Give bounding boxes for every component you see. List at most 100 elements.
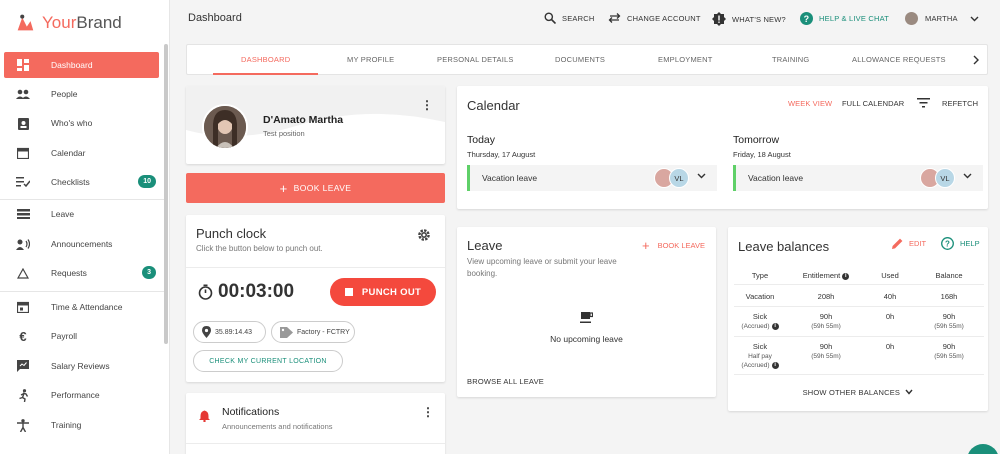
help-chat-label: HELP & LIVE CHAT <box>819 14 890 23</box>
change-account-button[interactable]: CHANGE ACCOUNT <box>608 12 701 24</box>
sidebar-item-announcements[interactable]: Announcements <box>4 231 159 257</box>
whats-new-button[interactable]: WHAT'S NEW? <box>712 12 786 26</box>
tab-personal-details[interactable]: PERSONAL DETAILS <box>437 55 514 64</box>
people-icon <box>16 87 30 101</box>
check-location-button[interactable]: CHECK MY CURRENT LOCATION <box>193 350 343 372</box>
sidebar-divider <box>0 199 165 200</box>
cell-used: 0h <box>885 312 895 321</box>
search-button[interactable]: SEARCH <box>544 12 594 24</box>
show-other-balances-button[interactable]: SHOW OTHER BALANCES <box>728 388 988 397</box>
notifications-more-icon[interactable]: ⋮ <box>422 405 434 419</box>
calendar-card: Calendar WEEK VIEW FULL CALENDAR REFETCH… <box>457 86 988 209</box>
coffee-icon <box>580 312 593 323</box>
active-tab-indicator <box>213 73 318 75</box>
sidebar-scrollbar[interactable] <box>164 44 168 344</box>
chevron-down-icon <box>905 389 913 395</box>
sidebar-item-label: Payroll <box>51 331 77 341</box>
plus-icon: + <box>279 180 288 196</box>
cell-entitlement: 90h (59h 55m) <box>811 342 841 360</box>
help-button[interactable]: ? HELP <box>941 237 980 250</box>
tag-icon <box>280 326 293 338</box>
help-circle-icon: ? <box>941 237 954 250</box>
edit-button[interactable]: EDIT <box>892 238 926 249</box>
profile-avatar[interactable] <box>202 104 248 150</box>
tab-allowance-requests[interactable]: ALLOWANCE REQUESTS <box>852 55 946 64</box>
tab-training[interactable]: TRAINING <box>772 55 809 64</box>
sidebar-item-payroll[interactable]: € Payroll <box>4 323 159 349</box>
location-pin-icon <box>202 326 211 338</box>
sidebar-item-time-attendance[interactable]: Time & Attendance <box>4 294 159 320</box>
coordinates-chip[interactable]: 35.89:14.43 <box>193 321 266 343</box>
help-icon: ? <box>800 12 813 25</box>
full-calendar-button[interactable]: FULL CALENDAR <box>842 99 904 108</box>
info-icon[interactable]: i <box>771 323 779 330</box>
divider <box>186 267 445 268</box>
punch-clock-subtitle: Click the button below to punch out. <box>196 244 323 253</box>
leave-icon <box>16 207 30 221</box>
requests-icon <box>16 266 30 280</box>
dashboard-icon <box>16 58 30 72</box>
user-menu[interactable]: MARTHA <box>905 12 985 25</box>
gear-icon[interactable] <box>417 228 431 242</box>
sidebar-item-label: Training <box>51 420 82 430</box>
sidebar-item-leave[interactable]: Leave <box>4 201 159 227</box>
punch-clock-card: Punch clock Click the button below to pu… <box>186 215 445 382</box>
sidebar-item-training[interactable]: Training <box>4 412 159 438</box>
punch-out-label: PUNCH OUT <box>361 286 422 298</box>
help-label: HELP <box>960 239 980 248</box>
sidebar-item-requests[interactable]: Requests 3 <box>4 260 159 286</box>
search-icon <box>544 12 556 24</box>
browse-all-leave-link[interactable]: BROWSE ALL LEAVE <box>467 377 544 386</box>
week-view-button[interactable]: WEEK VIEW <box>788 99 832 108</box>
cell-used: 40h <box>883 292 897 301</box>
sidebar-item-label: Salary Reviews <box>51 361 110 371</box>
tab-dashboard[interactable]: DASHBOARD <box>241 55 290 64</box>
page-title: Dashboard <box>188 12 242 24</box>
brand-logo[interactable]: YourBrand <box>0 0 169 46</box>
sidebar-item-calendar[interactable]: Calendar <box>4 140 159 166</box>
day-date-today: Thursday, 17 August <box>467 150 536 159</box>
profile-more-icon[interactable]: ⋮ <box>421 98 433 112</box>
table-row: Sick (Accrued) i 90h (59h 55m) 0h 90h (59h 5… <box>734 307 984 337</box>
svg-text:?: ? <box>945 240 950 249</box>
sidebar-item-label: Calendar <box>51 148 86 158</box>
help-chat-button[interactable]: ? HELP & LIVE CHAT <box>800 12 889 25</box>
badge-icon <box>16 116 30 130</box>
sidebar-item-salary-reviews[interactable]: Salary Reviews <box>4 353 159 379</box>
profile-tabs: DASHBOARD MY PROFILE PERSONAL DETAILS DO… <box>186 44 988 75</box>
sidebar-item-label: Leave <box>51 209 75 219</box>
leave-book-button[interactable]: + BOOK LEAVE <box>642 238 705 253</box>
brand-name: YourBrand <box>42 13 122 32</box>
calendar-leave-entry[interactable]: Vacation leave VL <box>467 165 717 191</box>
calendar-leave-entry[interactable]: Vacation leave VL <box>733 165 983 191</box>
sidebar-item-checklists[interactable]: Checklists 10 <box>4 169 159 195</box>
tab-documents[interactable]: DOCUMENTS <box>555 55 605 64</box>
table-header-row: Type Entitlement i Used Balance <box>734 265 984 285</box>
sidebar-item-people[interactable]: People <box>4 81 159 107</box>
tab-my-profile[interactable]: MY PROFILE <box>347 55 394 64</box>
sidebar-item-performance[interactable]: Performance <box>4 382 159 408</box>
show-other-balances-label: SHOW OTHER BALANCES <box>802 388 901 397</box>
refetch-button[interactable]: REFETCH <box>942 99 978 108</box>
sidebar-item-dashboard[interactable]: Dashboard <box>4 52 159 78</box>
leave-card: Leave View upcoming leave or submit your… <box>457 227 716 397</box>
chat-fab-button[interactable] <box>967 444 999 454</box>
column-header: Used <box>881 271 899 280</box>
filter-icon[interactable] <box>917 98 930 108</box>
sidebar-item-whos-who[interactable]: Who's who <box>4 110 159 136</box>
day-heading-tomorrow: Tomorrow <box>733 134 780 146</box>
info-icon[interactable]: i <box>842 273 850 280</box>
chevron-down-icon[interactable] <box>963 173 972 179</box>
book-leave-button[interactable]: + BOOK LEAVE <box>186 173 445 203</box>
tab-employment[interactable]: EMPLOYMENT <box>658 55 713 64</box>
book-leave-label: BOOK LEAVE <box>293 183 352 193</box>
cell-entitlement: 90h (59h 55m) <box>811 312 841 330</box>
punch-out-button[interactable]: PUNCH OUT <box>330 278 436 306</box>
chevron-right-icon[interactable] <box>973 55 979 65</box>
time-icon <box>16 300 30 314</box>
profile-name: D'Amato Martha <box>263 114 344 126</box>
location-chip[interactable]: Factory - FCTRY <box>271 321 355 343</box>
info-icon[interactable]: i <box>771 362 779 369</box>
chevron-down-icon[interactable] <box>697 173 706 179</box>
svg-text:?: ? <box>804 14 810 24</box>
